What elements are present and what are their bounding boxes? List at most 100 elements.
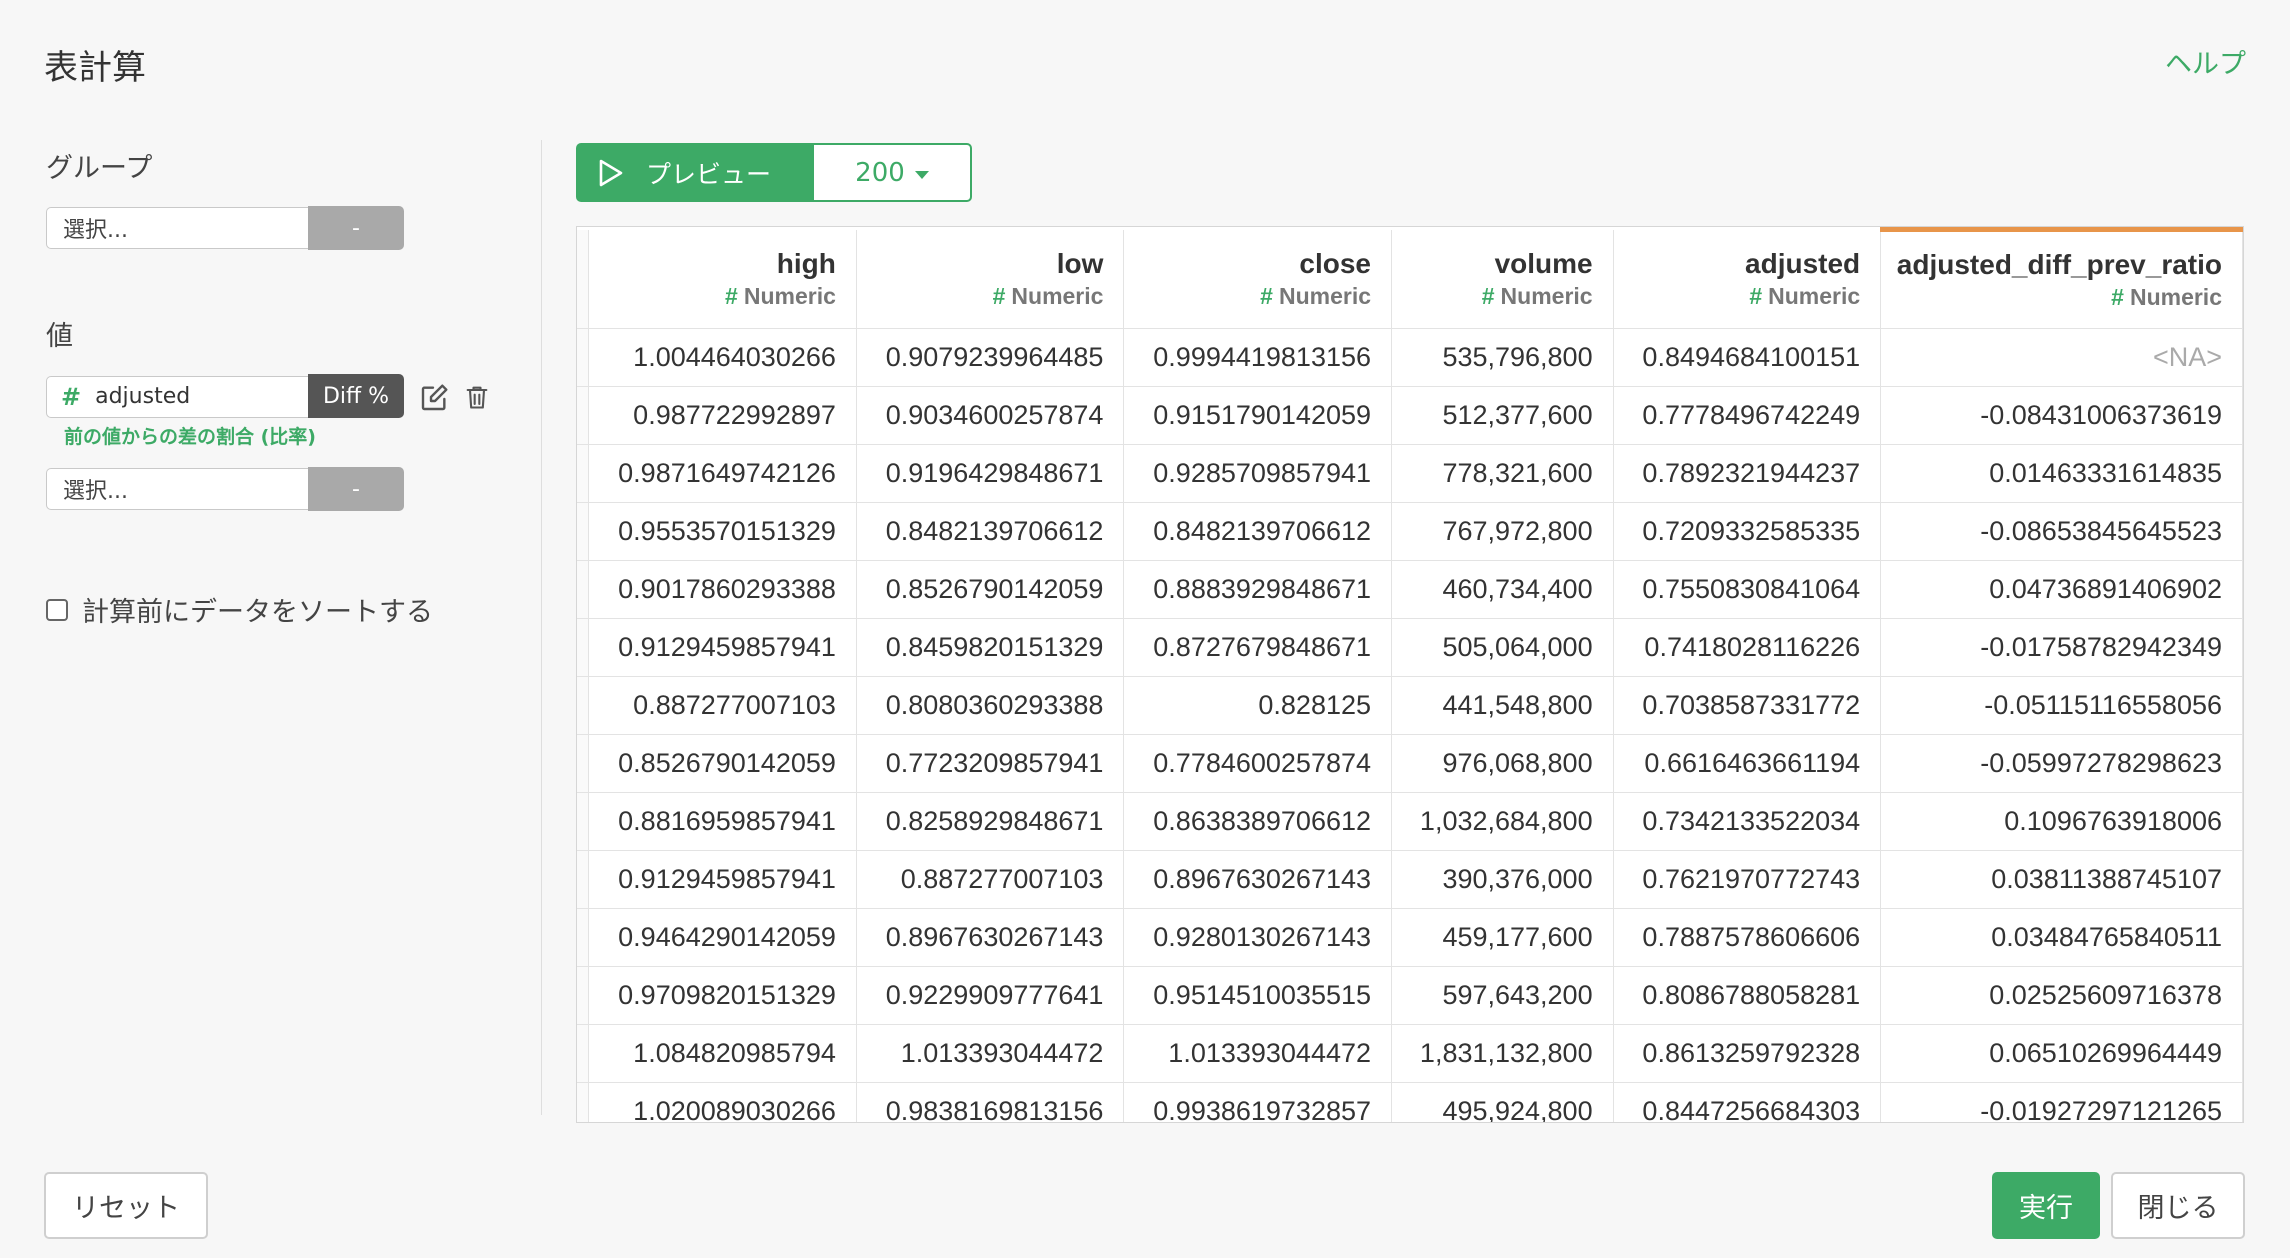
calc-description: 前の値からの差の割合 (比率) <box>64 426 316 448</box>
table-cell: 0.828125 <box>1123 676 1393 735</box>
table-cell: 505,064,000 <box>1391 618 1614 677</box>
row-header <box>577 444 590 503</box>
table-cell: 0.9553570151329 <box>588 502 857 561</box>
column-header-volume[interactable]: volume # Numeric <box>1391 229 1614 329</box>
table-cell: 0.7418028116226 <box>1613 618 1882 677</box>
table-cell: 512,377,600 <box>1391 386 1614 445</box>
row-header <box>577 560 590 619</box>
table-cell: 0.8526790142059 <box>588 734 857 793</box>
group-select[interactable]: 選択... - <box>46 206 404 251</box>
table-cell: 0.9994419813156 <box>1123 328 1393 387</box>
table-cell: 0.8967630267143 <box>856 908 1125 967</box>
table-cell: 0.9285709857941 <box>1123 444 1393 503</box>
table-cell: 0.7209332585335 <box>1613 502 1882 561</box>
table-cell: 1.013393044472 <box>1123 1024 1393 1083</box>
table-cell: 495,924,800 <box>1391 1082 1614 1122</box>
table-cell: 0.8727679848671 <box>1123 618 1393 677</box>
table-cell: 0.9079239964485 <box>856 328 1125 387</box>
value-column-select[interactable]: # adjusted <box>46 375 308 418</box>
sort-checkbox[interactable] <box>46 598 68 621</box>
column-name: high <box>776 247 836 279</box>
sort-label: 計算前にデータをソートする <box>82 597 433 628</box>
value-add-select-input[interactable]: 選択... <box>46 468 308 510</box>
table-cell: 0.9871649742126 <box>588 444 857 503</box>
column-header-high[interactable]: high # Numeric <box>588 229 857 329</box>
column-header-close[interactable]: close # Numeric <box>1123 229 1393 329</box>
table-cell: 778,321,600 <box>1391 444 1614 503</box>
numeric-type-icon: # <box>725 282 738 309</box>
column-name: close <box>1299 247 1372 279</box>
table-cell: 0.03811388745107 <box>1880 850 2243 909</box>
preview-count-dropdown[interactable]: 200 <box>812 143 972 202</box>
group-select-input[interactable]: 選択... <box>46 207 308 249</box>
close-button[interactable]: 閉じる <box>2111 1172 2245 1239</box>
column-type: # Numeric <box>1124 281 1371 311</box>
group-label: グループ <box>46 153 153 184</box>
trash-icon[interactable] <box>460 380 494 414</box>
reset-button[interactable]: リセット <box>44 1172 208 1239</box>
table-cell: 0.9229909777641 <box>856 966 1125 1025</box>
table-cell: 0.04736891406902 <box>1880 560 2243 619</box>
column-name: adjusted <box>1745 247 1861 279</box>
help-link[interactable]: ヘルプ <box>2165 42 2246 81</box>
row-header <box>577 734 590 793</box>
column-header-adjusted_diff_prev_ratio[interactable]: adjusted_diff_prev_ratio # Numeric <box>1880 227 2243 329</box>
table-cell: 0.7887578606606 <box>1613 908 1882 967</box>
table-cell: 767,972,800 <box>1391 502 1614 561</box>
table-row: 0.9017860293388 0.8526790142059 0.88839298… <box>577 560 2243 619</box>
value-add-remove-button[interactable]: - <box>308 467 404 511</box>
table-cell: 0.9838169813156 <box>856 1082 1125 1122</box>
row-header <box>577 850 590 909</box>
numeric-type-icon: # <box>61 382 82 411</box>
calc-type-badge[interactable]: Diff % <box>308 374 404 418</box>
preview-button[interactable]: プレビュー <box>576 143 812 202</box>
table-row: 0.9464290142059 0.8967630267143 0.92801302… <box>577 908 2243 967</box>
row-header <box>577 386 590 445</box>
table-row: 0.8816959857941 0.8258929848671 0.86383897… <box>577 792 2243 851</box>
sort-option[interactable]: 計算前にデータをソートする <box>46 590 433 629</box>
table-header-row: high # Numeric low # Numeric close # Numeric volu… <box>577 227 2243 329</box>
table-cell: 0.887277007103 <box>856 850 1125 909</box>
table-cell: -0.08653845645523 <box>1880 502 2243 561</box>
value-add-select[interactable]: 選択... - <box>46 467 404 512</box>
table-cell: 0.7778496742249 <box>1613 386 1882 445</box>
table-cell: 0.8494684100151 <box>1613 328 1882 387</box>
table-cell: 0.8459820151329 <box>856 618 1125 677</box>
table-cell: 0.1096763918006 <box>1880 792 2243 851</box>
table-cell: 0.9017860293388 <box>588 560 857 619</box>
table-cell: 0.06510269964449 <box>1880 1024 2243 1083</box>
table-cell: 0.9514510035515 <box>1123 966 1393 1025</box>
table-row: 0.9553570151329 0.8482139706612 0.84821397… <box>577 502 2243 561</box>
group-remove-button[interactable]: - <box>308 206 404 250</box>
table-row: 0.9871649742126 0.9196429848671 0.92857098… <box>577 444 2243 503</box>
table-cell: 0.02525609716378 <box>1880 966 2243 1025</box>
row-header <box>577 792 590 851</box>
row-header <box>577 502 590 561</box>
table-cell: 0.7038587331772 <box>1613 676 1882 735</box>
table-row: 1.020089030266 0.9838169813156 0.993861973… <box>577 1082 2243 1122</box>
table-cell: 0.9464290142059 <box>588 908 857 967</box>
column-type-label: Numeric <box>2129 284 2222 310</box>
table-cell: 0.8526790142059 <box>856 560 1125 619</box>
table-cell: 0.03484765840511 <box>1880 908 2243 967</box>
column-header-low[interactable]: low # Numeric <box>856 229 1125 329</box>
preview-count-value: 200 <box>855 157 905 188</box>
table-cell: 0.8967630267143 <box>1123 850 1393 909</box>
edit-icon[interactable] <box>418 380 452 414</box>
column-type-label: Numeric <box>1500 282 1593 309</box>
table-cell: -0.05997278298623 <box>1880 734 2243 793</box>
table-cell: 460,734,400 <box>1391 560 1614 619</box>
run-button[interactable]: 実行 <box>1992 1172 2100 1239</box>
table-cell: 390,376,000 <box>1391 850 1614 909</box>
table-cell: 0.7621970772743 <box>1613 850 1882 909</box>
row-header <box>577 1024 590 1083</box>
column-name: low <box>1056 247 1104 279</box>
column-type: # Numeric <box>1614 281 1860 311</box>
play-icon <box>599 159 623 186</box>
preview-table[interactable]: high # Numeric low # Numeric close # Numeric volu… <box>576 226 2244 1123</box>
numeric-type-icon: # <box>1749 282 1763 309</box>
column-header-adjusted[interactable]: adjusted # Numeric <box>1613 229 1882 329</box>
page-title: 表計算 <box>44 48 146 88</box>
table-cell: 0.8258929848671 <box>856 792 1125 851</box>
table-row: 1.004464030266 0.9079239964485 0.999441981… <box>577 328 2243 387</box>
